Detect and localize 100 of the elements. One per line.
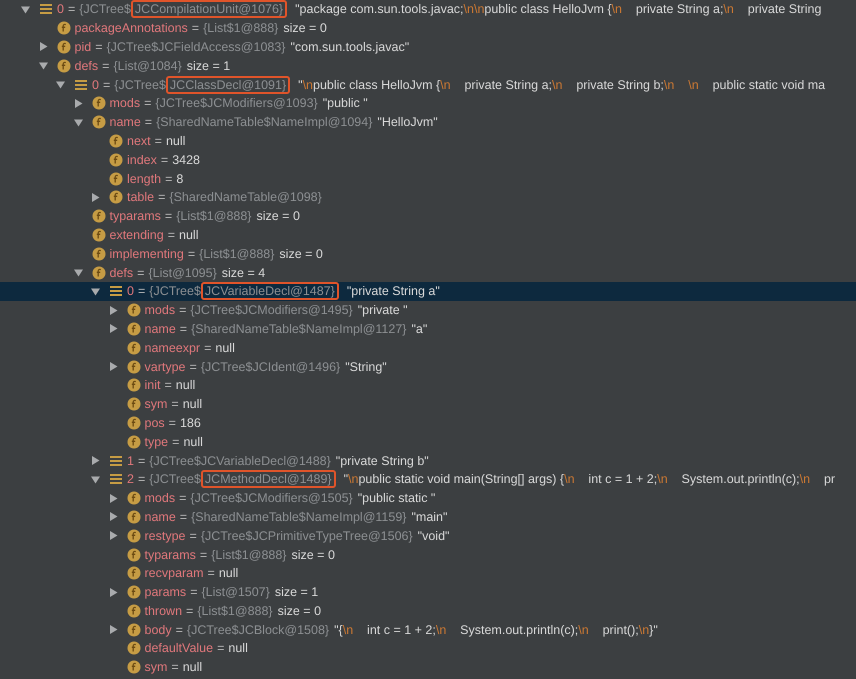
expand-arrow-icon[interactable] bbox=[91, 192, 100, 202]
expand-arrow-icon[interactable] bbox=[108, 306, 118, 315]
tree-row[interactable]: pid = {JCTree$JCFieldAccess@1083} "com.sun.tools.javac" bbox=[0, 38, 856, 56]
type-label: {List$1@888} bbox=[199, 246, 274, 261]
field-icon bbox=[92, 228, 106, 242]
tree-row[interactable]: next = null bbox=[0, 132, 856, 150]
type-label: {JCTree$ bbox=[149, 284, 201, 298]
expand-arrow-icon[interactable] bbox=[108, 512, 118, 522]
equals-sign: = bbox=[190, 528, 197, 543]
tree-row[interactable]: 0 = {JCTree$ JCClassDecl@1091} "\npublic class HelloJvm {\n private String a;\n private String b;\n \n public static void ma bbox=[0, 75, 856, 94]
expand-arrow-icon[interactable] bbox=[108, 362, 118, 372]
variable-name: 1 bbox=[127, 454, 134, 468]
tree-row[interactable]: vartype = {JCTree$JCIdent@1496} "String" bbox=[0, 357, 856, 376]
tree-row[interactable]: extending = null bbox=[0, 226, 856, 244]
type-label: {List$1@888} bbox=[176, 209, 252, 224]
highlighted-type: JCCompilationUnit@1076} bbox=[130, 0, 288, 18]
variable-value: size = 0 bbox=[256, 209, 300, 224]
tree-row[interactable]: implementing = {List$1@888} size = 0 bbox=[0, 244, 856, 264]
variable-value: "main" bbox=[411, 510, 448, 524]
field-icon bbox=[109, 152, 123, 167]
collapse-arrow-icon[interactable] bbox=[74, 118, 82, 127]
variable-value: size = 1 bbox=[274, 585, 318, 600]
field-icon bbox=[109, 172, 123, 186]
variable-name: defs bbox=[74, 58, 98, 73]
type-label: {JCTree$ bbox=[79, 2, 131, 16]
tree-row[interactable]: defs = {List@1084} size = 1 bbox=[0, 56, 856, 76]
variable-value: "a" bbox=[411, 322, 428, 336]
expand-arrow-icon[interactable] bbox=[91, 456, 100, 466]
expand-arrow-icon[interactable] bbox=[108, 494, 118, 503]
tree-row[interactable]: defaultValue = null bbox=[0, 639, 856, 658]
tree-row[interactable]: type = null bbox=[0, 432, 856, 452]
type-label: {JCTree$ bbox=[149, 472, 201, 486]
type-label: {SharedNameTable$NameImpl@1094} bbox=[156, 115, 372, 130]
equals-sign: = bbox=[180, 510, 188, 524]
tree-row[interactable]: defs = {List@1095} size = 4 bbox=[0, 263, 856, 282]
tree-row[interactable]: name = {SharedNameTable$NameImpl@1094} "HelloJvm" bbox=[0, 112, 856, 132]
collapse-arrow-icon[interactable] bbox=[91, 474, 100, 484]
tree-row[interactable]: params = {List@1507} size = 1 bbox=[0, 582, 856, 602]
field-icon bbox=[126, 548, 140, 562]
variable-name: pos bbox=[144, 416, 165, 430]
expand-arrow-icon[interactable] bbox=[74, 98, 82, 108]
variable-value: "package com.sun.tools.javac;\n\npublic class HelloJvm {\n private String a;\n private String bbox=[295, 2, 822, 16]
equals-sign: = bbox=[138, 472, 146, 486]
collapse-arrow-icon[interactable] bbox=[38, 61, 48, 70]
tree-row[interactable]: 1 = {JCTree$JCVariableDecl@1488} "private String b" bbox=[0, 451, 856, 470]
tree-row[interactable]: mods = {JCTree$JCModifiers@1505} "public static " bbox=[0, 488, 856, 508]
variable-name: next bbox=[127, 134, 151, 148]
variable-value: "private String a" bbox=[346, 284, 440, 298]
tree-row[interactable]: name = {SharedNameTable$NameImpl@1159} "main" bbox=[0, 508, 856, 526]
variable-name: recvparam bbox=[144, 566, 204, 580]
tree-row[interactable]: length = 8 bbox=[0, 169, 856, 188]
tree-row[interactable]: restype = {JCTree$JCPrimitiveTypeTree@1506} "void" bbox=[0, 526, 856, 546]
type-label: {SharedNameTable$NameImpl@1159} bbox=[191, 510, 406, 524]
tree-row[interactable]: sym = null bbox=[0, 658, 856, 677]
variable-name: table bbox=[127, 190, 154, 204]
expand-arrow-icon[interactable] bbox=[108, 324, 118, 334]
tree-row[interactable]: thrown = {List$1@888} size = 0 bbox=[0, 602, 856, 620]
equals-sign: = bbox=[172, 434, 180, 449]
tree-row[interactable]: typarams = {List$1@888} size = 0 bbox=[0, 206, 856, 226]
variable-name: 0 bbox=[92, 78, 99, 92]
equals-sign: = bbox=[190, 360, 197, 374]
tree-row[interactable]: 0 = {JCTree$ JCVariableDecl@1487} "private String a" bbox=[0, 282, 856, 301]
tree-row[interactable]: typarams = {List$1@888} size = 0 bbox=[0, 545, 856, 564]
tree-row[interactable]: recvparam = null bbox=[0, 564, 856, 583]
tree-row[interactable]: table = {SharedNameTable@1098} bbox=[0, 188, 856, 207]
tree-row[interactable]: index = 3428 bbox=[0, 150, 856, 170]
equals-sign: = bbox=[171, 397, 179, 412]
collapse-arrow-icon[interactable] bbox=[21, 4, 30, 14]
tree-row[interactable]: sym = null bbox=[0, 394, 856, 414]
expand-arrow-icon[interactable] bbox=[108, 625, 118, 634]
field-icon bbox=[126, 397, 140, 412]
equals-sign: = bbox=[200, 548, 208, 562]
expand-arrow-icon[interactable] bbox=[108, 531, 118, 540]
expand-arrow-icon[interactable] bbox=[38, 42, 48, 52]
tree-row[interactable]: body = {JCTree$JCBlock@1508} "{\n int c = 1 + 2;\n System.out.println(c);\n print();\n}" bbox=[0, 620, 856, 640]
list-element-icon bbox=[109, 454, 123, 468]
equals-sign: = bbox=[158, 190, 166, 204]
tree-row[interactable]: pos = 186 bbox=[0, 414, 856, 432]
field-icon bbox=[92, 209, 106, 224]
equals-sign: = bbox=[188, 246, 196, 261]
collapse-arrow-icon[interactable] bbox=[74, 268, 82, 278]
variable-name: init bbox=[144, 378, 160, 392]
tree-row[interactable]: 0 = {JCTree$ JCCompilationUnit@1076} "package com.sun.tools.javac;\n\npublic class HelloJvm {\n private String a;\n private String bbox=[0, 0, 856, 19]
field-icon bbox=[126, 322, 140, 336]
type-label: {List@1507} bbox=[202, 585, 270, 600]
equals-sign: = bbox=[168, 416, 176, 430]
tree-row[interactable]: init = null bbox=[0, 376, 856, 395]
collapse-arrow-icon[interactable] bbox=[91, 286, 100, 296]
tree-row[interactable]: packageAnnotations = {List$1@888} size = 0 bbox=[0, 18, 856, 38]
tree-row[interactable]: nameexpr = null bbox=[0, 338, 856, 358]
tree-row[interactable]: 2 = {JCTree$ JCMethodDecl@1489} "\npublic static void main(String[] args) {\n int c = 1 + 2;\n System.out.println(c);\n pr bbox=[0, 470, 856, 489]
tree-row[interactable]: mods = {JCTree$JCModifiers@1495} "private " bbox=[0, 300, 856, 320]
variable-name: packageAnnotations bbox=[74, 21, 188, 36]
field-icon bbox=[126, 378, 140, 392]
equals-sign: = bbox=[176, 622, 183, 637]
variable-value: "\npublic class HelloJvm {\n private String a;\n private String b;\n \n public static void ma bbox=[298, 78, 826, 92]
tree-row[interactable]: mods = {JCTree$JCModifiers@1093} "public " bbox=[0, 94, 856, 113]
collapse-arrow-icon[interactable] bbox=[56, 80, 65, 90]
tree-row[interactable]: name = {SharedNameTable$NameImpl@1127} "a" bbox=[0, 320, 856, 338]
expand-arrow-icon[interactable] bbox=[108, 588, 118, 597]
